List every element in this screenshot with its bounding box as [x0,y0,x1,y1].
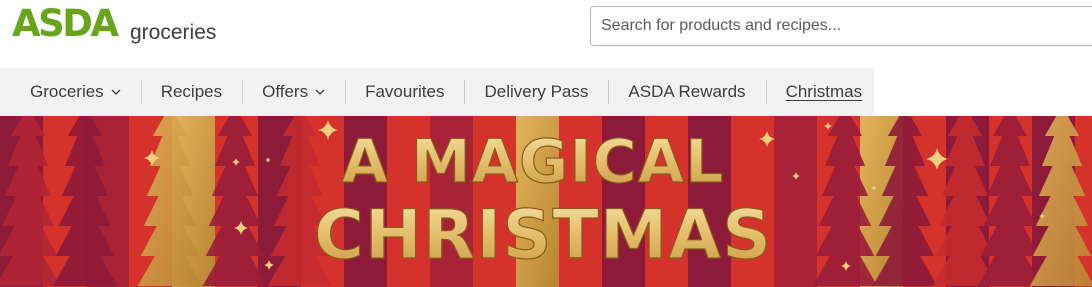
asda-logo[interactable]: ASDA [12,2,119,45]
banner-headline-line1: A MAGICAL [342,127,725,197]
nav-item-groceries[interactable]: Groceries [0,68,141,116]
search-box[interactable] [590,6,1092,46]
search-input[interactable] [591,7,1092,45]
nav-item-christmas[interactable]: Christmas [765,68,883,116]
nav-item-label: Recipes [160,82,223,101]
nav-item-label: Groceries [30,82,104,101]
nav-item-label: Delivery Pass [484,82,589,101]
nav-item-label: Christmas [785,82,863,101]
nav-item-favourites[interactable]: Favourites [345,68,464,116]
nav-item-label: Offers [262,82,309,101]
chevron-down-icon [315,89,325,95]
banner-headline-line2: CHRISTMAS [314,196,772,275]
nav-item-delivery-pass[interactable]: Delivery Pass [464,68,608,116]
nav-item-label: Favourites [365,82,445,101]
logo-subtitle: groceries [130,21,217,44]
logo-text: ASDA [12,2,119,45]
chevron-down-icon [111,89,121,95]
nav-item-recipes[interactable]: Recipes [140,68,242,116]
banner-stripe [774,116,818,287]
nav-item-offers[interactable]: Offers [242,68,345,116]
header: ASDA groceries [0,0,1092,68]
nav-item-asda-rewards[interactable]: ASDA Rewards [608,68,765,116]
main-nav: Groceries Recipes Offers Favourites Deli… [0,68,874,116]
christmas-banner[interactable]: A MAGICAL CHRISTMAS [0,116,1092,287]
nav-item-label: ASDA Rewards [628,82,746,101]
banner-artwork: A MAGICAL CHRISTMAS [0,116,1092,287]
